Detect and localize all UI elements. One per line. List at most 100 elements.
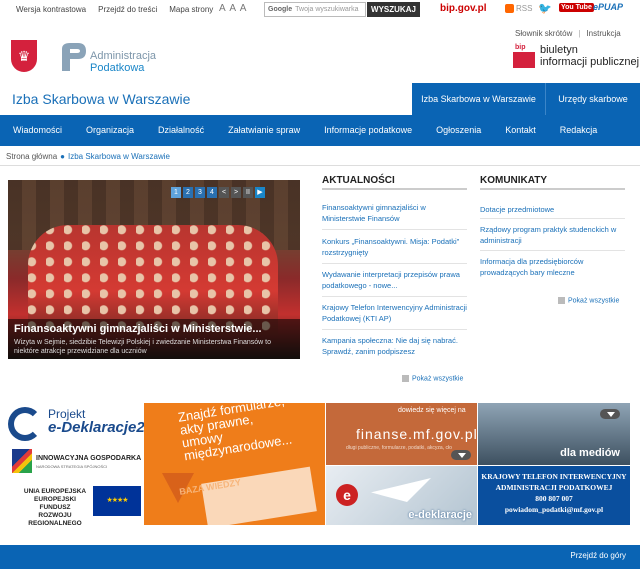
- innovative-economy-logo[interactable]: INNOWACYJNA GOSPODARKA NARODOWA STRATEGIA…: [12, 449, 142, 473]
- news-item[interactable]: Wydawanie interpretacji przepisów prawa …: [322, 269, 467, 291]
- skip-to-content-link[interactable]: Przejdź do treści: [98, 5, 157, 14]
- baza-text: Znajdź formularze, akty prawne, umowy międz…: [176, 403, 294, 464]
- tax-hotline-banner[interactable]: KRAJOWY TELEFON INTERWENCYJNY ADMINISTRA…: [478, 466, 630, 525]
- slider-caption: Finansoaktywni gimnazjaliści w Ministers…: [8, 319, 300, 359]
- communications-show-all-link[interactable]: Pokaż wszystkie: [558, 297, 619, 304]
- accessibility-links: Wersja kontrastowa Przejdź do treści Map…: [16, 5, 213, 14]
- google-logo: Google: [268, 6, 293, 13]
- news-item[interactable]: Konkurs „Finansoaktywni. Misja: Podatki"…: [322, 236, 467, 258]
- search-input[interactable]: Google Twoja wyszukiwarka: [264, 2, 366, 17]
- nav-wiadomosci[interactable]: Wiadomości: [0, 115, 74, 146]
- abbreviations-link[interactable]: Słownik skrótów: [515, 29, 572, 38]
- font-size-switcher[interactable]: A A A: [219, 3, 247, 14]
- slider-page-1[interactable]: 1: [171, 187, 181, 198]
- search-button[interactable]: WYSZUKAJ: [367, 2, 420, 17]
- european-union-logo[interactable]: UNIA EUROPEJSKA EUROPEJSKI FUNDUSZ ROZWOJU…: [20, 486, 145, 527]
- news-item[interactable]: Kampania społeczna: Nie daj się nabrać. …: [322, 335, 467, 357]
- office-bar: Izba Skarbowa w Warszawie Izba Skarbowa …: [0, 83, 640, 115]
- for-media-banner[interactable]: dla mediów: [478, 403, 630, 465]
- search-placeholder: Twoja wyszukiwarka: [295, 6, 359, 13]
- tab-urzedy-skarbowe[interactable]: Urzędy skarbowe: [545, 83, 640, 115]
- slider-pager: 1 2 3 4 < > II ▶: [171, 187, 265, 198]
- slider-text: Wizyta w Sejmie, siedzibie Telewizji Pol…: [14, 339, 272, 355]
- communication-item[interactable]: Dotacje przedmiotowe: [480, 204, 625, 215]
- administracja-podatkowa-logo[interactable]: [60, 41, 88, 73]
- banner-arrow-icon: [451, 450, 471, 460]
- nav-ogloszenia[interactable]: Ogłoszenia: [424, 115, 493, 146]
- ktip-line2: ADMINISTRACJI PODATKOWEJ: [495, 483, 613, 492]
- finanse-mf-banner[interactable]: dowiedz się więcej na finanse.mf.gov.pl …: [326, 403, 477, 465]
- communications-heading: KOMUNIKATY: [480, 175, 548, 186]
- bip-line1: biuletyn: [540, 44, 578, 56]
- epuap-logo[interactable]: ePUAP: [593, 2, 623, 12]
- youtube-icon[interactable]: You Tube: [559, 3, 594, 12]
- rss-link[interactable]: RSS: [505, 4, 533, 14]
- e-deklaracje-circle-icon: [8, 407, 42, 441]
- instructions-link[interactable]: Instrukcja: [586, 29, 620, 38]
- main-navigation: Wiadomości Organizacja Działalność Załat…: [0, 115, 640, 146]
- sitemap-link[interactable]: Mapa strony: [169, 5, 213, 14]
- divider: [322, 296, 467, 297]
- slider-page-4[interactable]: 4: [207, 187, 217, 198]
- e-deklaracje-logo-icon: e: [336, 484, 358, 506]
- footer: Przejdź do góry: [0, 545, 640, 569]
- rss-icon: [505, 4, 514, 14]
- breadcrumb-separator-icon: ●: [60, 152, 65, 161]
- news-show-all-link[interactable]: Pokaż wszystkie: [402, 375, 463, 382]
- ktip-email: powiadom_podatki@mf.gov.pl: [504, 505, 604, 514]
- news-heading: AKTUALNOŚCI: [322, 175, 395, 186]
- document-illustration: [201, 466, 317, 525]
- communication-item[interactable]: Informacja dla przedsiębiorców prowadząc…: [480, 256, 625, 278]
- slider-page-2[interactable]: 2: [183, 187, 193, 198]
- nav-organizacja[interactable]: Organizacja: [74, 115, 146, 146]
- divider: [480, 250, 625, 251]
- eu-flag-icon: ★★★★: [93, 486, 141, 516]
- slider-page-3[interactable]: 3: [195, 187, 205, 198]
- breadcrumb-home[interactable]: Strona główna: [6, 152, 57, 161]
- e-deklaracje-banner[interactable]: e e-deklaracje: [326, 466, 477, 525]
- nav-dzialalnosc[interactable]: Działalność: [146, 115, 216, 146]
- knowledge-base-banner[interactable]: Znajdź formularze, akty prawne, umowy międz…: [144, 403, 325, 525]
- slider-play-icon[interactable]: ▶: [255, 187, 265, 198]
- office-title: Izba Skarbowa w Warszawie: [12, 91, 191, 107]
- show-all-icon: [558, 297, 565, 304]
- finanse-intro: dowiedz się więcej na: [398, 407, 466, 414]
- breadcrumb-current: Izba Skarbowa w Warszawie: [68, 152, 170, 161]
- rss-label: RSS: [516, 4, 533, 13]
- news-heading-underline: [322, 188, 467, 190]
- slider-prev-icon[interactable]: <: [219, 187, 229, 198]
- innovative-economy-icon: [12, 449, 32, 473]
- ap-name-line1: Administracja: [90, 50, 157, 62]
- news-item[interactable]: Krajowy Telefon Interwencyjny Administra…: [322, 302, 467, 324]
- header-links: Słownik skrótów | Instrukcja: [515, 29, 621, 38]
- news-item[interactable]: Finansoaktywni gimnazjaliści w Ministers…: [322, 202, 467, 224]
- nav-informacje-podatkowe[interactable]: Informacje podatkowe: [312, 115, 424, 146]
- nav-kontakt[interactable]: Kontakt: [493, 115, 548, 146]
- e-deklaracje-label: e-deklaracje: [408, 509, 472, 521]
- back-to-top-link[interactable]: Przejdź do góry: [570, 551, 626, 560]
- top-strip: Wersja kontrastowa Przejdź do treści Map…: [0, 0, 640, 20]
- twitter-icon[interactable]: 🐦: [538, 2, 552, 15]
- slider-title[interactable]: Finansoaktywni gimnazjaliści w Ministers…: [14, 323, 294, 335]
- nav-redakcja[interactable]: Redakcja: [548, 115, 610, 146]
- ig-text: INNOWACYJNA GOSPODARKA NARODOWA STRATEGIA…: [36, 455, 142, 469]
- e-deklaracje2-project-banner[interactable]: Projekt e-Deklaracje2: [8, 405, 148, 445]
- slider-pause-icon[interactable]: II: [243, 187, 253, 198]
- nav-zalatwianie-spraw[interactable]: Załatwianie spraw: [216, 115, 312, 146]
- slider-next-icon[interactable]: >: [231, 187, 241, 198]
- bip-logo[interactable]: bip biuletyn informacji publicznej: [513, 44, 639, 68]
- communications-heading-underline: [480, 188, 625, 190]
- banner-arrow-icon: [600, 409, 620, 419]
- bip-line2: informacji publicznej: [540, 56, 640, 68]
- communication-item[interactable]: Rządowy program praktyk studenckich w ad…: [480, 224, 625, 246]
- ktip-line1: KRAJOWY TELEFON INTERWENCYJNY: [481, 472, 627, 481]
- tab-izba-skarbowa[interactable]: Izba Skarbowa w Warszawie: [412, 83, 545, 115]
- ap-name-line2: Podatkowa: [90, 62, 145, 74]
- finanse-topics: długi publiczne, formularze, podatki, ak…: [346, 445, 452, 451]
- bip-gov-link[interactable]: bip.gov.pl: [440, 3, 486, 14]
- contrast-link[interactable]: Wersja kontrastowa: [16, 5, 86, 14]
- news-slider[interactable]: Finansoaktywni gimnazjaliści w Ministers…: [8, 180, 300, 359]
- edekl-line2: e-Deklaracje2: [48, 419, 145, 436]
- polish-eagle-emblem: ♛: [11, 40, 37, 72]
- bip-text: biuletyn informacji publicznej: [540, 44, 639, 68]
